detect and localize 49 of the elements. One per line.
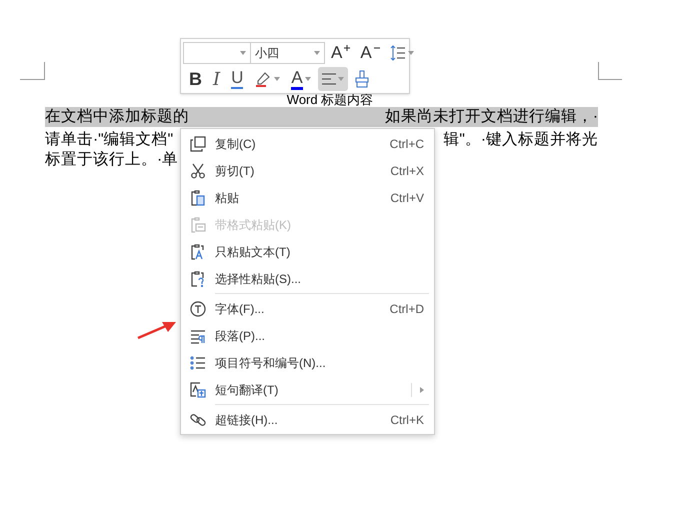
menu-item[interactable]: 剪切(T) Ctrl+X	[181, 157, 434, 184]
body-text: 请单击·"编辑文档"	[45, 130, 174, 150]
page-corner-mark	[598, 62, 622, 80]
font-color-button[interactable]: A	[287, 67, 315, 91]
underline-button[interactable]: U	[227, 67, 248, 91]
plus-icon	[344, 45, 350, 51]
translate-icon	[190, 382, 206, 398]
menu-item[interactable]: 短句翻译(T)	[181, 376, 434, 403]
caret-icon	[274, 77, 280, 81]
clipboard-icon	[190, 270, 206, 286]
menu-item[interactable]: 段落(P)...	[181, 322, 434, 349]
highlighter-icon	[254, 71, 272, 87]
minus-icon	[374, 47, 380, 49]
menu-item[interactable]: 只粘贴文本(T)	[181, 238, 434, 265]
line-spacing-icon	[390, 45, 406, 61]
bold-button[interactable]: B	[185, 67, 206, 91]
caret-icon	[338, 77, 344, 81]
grow-font-button[interactable]: A	[327, 41, 354, 65]
paragraph-icon	[190, 328, 206, 344]
shrink-font-button[interactable]: A	[356, 41, 384, 65]
align-left-icon	[322, 73, 336, 85]
submenu-arrow-icon	[420, 386, 424, 392]
caret-icon	[314, 51, 320, 55]
link-icon	[190, 412, 206, 428]
paintbrush-icon	[354, 70, 369, 88]
copy-icon	[190, 136, 206, 152]
clipboard-icon	[190, 244, 206, 260]
body-text: 如果尚未打开文档进行编辑，·	[384, 107, 598, 127]
menu-item[interactable]: 选择性粘贴(S)...	[181, 265, 434, 292]
align-button[interactable]	[318, 67, 348, 91]
body-text: 标置于该行上。·单	[45, 150, 178, 170]
caret-icon	[240, 51, 246, 55]
bullet-list-icon	[190, 354, 206, 370]
menu-item[interactable]: 粘贴 Ctrl+V	[181, 184, 434, 211]
clipboard-icon	[190, 190, 206, 206]
body-text: 辑"。·键入标题并将光	[443, 130, 598, 150]
font-icon	[190, 300, 206, 316]
italic-button[interactable]: I	[209, 67, 224, 91]
menu-item[interactable]: 字体(F)... Ctrl+D	[181, 295, 434, 322]
page-corner-mark	[20, 62, 45, 80]
scissors-icon	[190, 162, 206, 178]
menu-item[interactable]: 项目符号和编号(N)...	[181, 349, 434, 376]
menu-item[interactable]: 复制(C) Ctrl+C	[181, 130, 434, 157]
body-text: 在文档中添加标题的	[45, 107, 189, 127]
caret-icon	[304, 77, 311, 81]
clipboard-icon	[190, 216, 206, 232]
menu-item[interactable]: 超链接(H)... Ctrl+K	[181, 406, 434, 433]
caret-icon	[408, 51, 414, 55]
arrow-annotation	[136, 320, 178, 340]
